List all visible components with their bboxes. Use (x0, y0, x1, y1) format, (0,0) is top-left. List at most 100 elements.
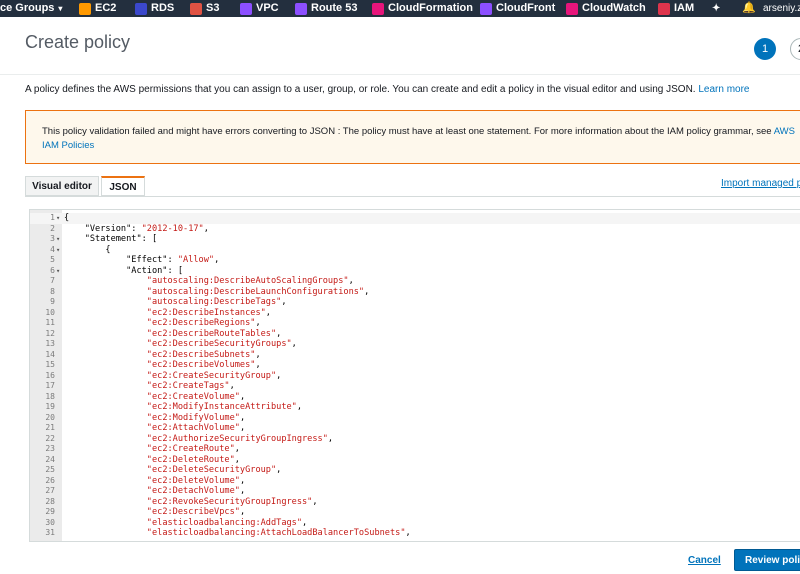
line-number: 3 (50, 234, 55, 243)
editor-line[interactable]: 24 "ec2:DeleteRoute", (30, 455, 800, 466)
editor-line[interactable]: 21 "ec2:AttachVolume", (30, 423, 800, 434)
editor-line[interactable]: 2 "Version": "2012-10-17", (30, 224, 800, 235)
nav-item-label: ce Groups (0, 2, 55, 14)
editor-line[interactable]: 27 "ec2:DetachVolume", (30, 486, 800, 497)
user-name: arseniy.z (763, 3, 800, 14)
editor-line[interactable]: 18 "ec2:CreateVolume", (30, 392, 800, 403)
editor-line[interactable]: 23 "ec2:CreateRoute", (30, 444, 800, 455)
nav-iam[interactable]: IAM (658, 0, 694, 17)
tab-json[interactable]: JSON (101, 176, 145, 196)
editor-line[interactable]: 4 ▾ { (30, 245, 800, 256)
line-number: 4 (50, 244, 55, 254)
line-number: 23 (45, 444, 55, 453)
top-navigation-bar: ce Groups ▾ EC2 RDS S3 VPC Route 53 Cloud… (0, 0, 800, 17)
editor-line[interactable]: 30 "elasticloadbalancing:AddTags", (30, 518, 800, 529)
nav-resource-groups[interactable]: ce Groups ▾ (0, 0, 62, 17)
code-text: "autoscaling:DescribeAutoScalingGroups", (64, 276, 354, 287)
editor-line[interactable]: 31 "elasticloadbalancing:AttachLoadBalan… (30, 528, 800, 539)
editor-line[interactable]: 28 "ec2:RevokeSecurityGroupIngress", (30, 497, 800, 508)
step-indicator-2: 2 (790, 38, 800, 60)
editor-line[interactable]: 7 "autoscaling:DescribeAutoScalingGroups… (30, 276, 800, 287)
nav-vpc[interactable]: VPC (240, 0, 279, 17)
line-number: 11 (45, 318, 55, 327)
nav-item-label: Route 53 (311, 2, 358, 14)
bell-icon[interactable]: 🔔 (742, 0, 756, 17)
editor-line[interactable]: 12 "ec2:DescribeRouteTables", (30, 329, 800, 340)
code-punctuation: , (265, 307, 271, 318)
line-number: 10 (45, 307, 55, 317)
fold-toggle-icon[interactable]: ▾ (56, 266, 60, 277)
nav-route53[interactable]: Route 53 (295, 0, 357, 17)
code-string: "ec2:AttachVolume" (146, 423, 240, 433)
editor-line[interactable]: 29 "ec2:DescribeVpcs", (30, 507, 800, 518)
fold-toggle-icon[interactable]: ▾ (56, 245, 60, 256)
editor-line[interactable]: 1 ▾ { (30, 213, 800, 224)
code-text: { (64, 213, 69, 224)
code-punctuation: , (281, 297, 287, 307)
nav-rds[interactable]: RDS (135, 0, 174, 17)
code-key: "Version": (84, 223, 142, 234)
editor-line[interactable]: 14 "ec2:DescribeSubnets", (30, 350, 800, 361)
code-punctuation: , (234, 454, 240, 465)
nav-cloudfront[interactable]: CloudFront (480, 0, 555, 17)
code-string: "ec2:CreateVolume" (146, 391, 240, 402)
nav-cloudformation[interactable]: CloudFormation (372, 0, 473, 17)
json-editor[interactable]: 1 ▾{2 "Version": "2012-10-17", 3 ▾ "Stateme… (29, 209, 800, 542)
line-number: 29 (45, 507, 55, 516)
import-managed-policy-link[interactable]: Import managed po (721, 178, 800, 189)
editor-line[interactable]: 10 "ec2:DescribeInstances", (30, 308, 800, 319)
learn-more-link[interactable]: Learn more (698, 84, 749, 95)
nav-s3[interactable]: S3 (190, 0, 219, 17)
editor-line[interactable]: 5 "Effect": "Allow", (30, 255, 800, 266)
code-text: "ec2:DescribeSubnets", (64, 350, 261, 361)
editor-line[interactable]: 26 "ec2:DeleteVolume", (30, 476, 800, 487)
line-number: 21 (45, 423, 55, 432)
code-text: "ec2:AttachVolume", (64, 423, 245, 434)
review-policy-button[interactable]: Review policy (734, 549, 800, 571)
line-number: 28 (45, 496, 55, 506)
editor-line[interactable]: 11 "ec2:DescribeRegions", (30, 318, 800, 329)
editor-line[interactable]: 22 "ec2:AuthorizeSecurityGroupIngress", (30, 434, 800, 445)
editor-line[interactable]: 25 "ec2:DeleteSecurityGroup", (30, 465, 800, 476)
editor-line[interactable]: 6 ▾ "Action": [ (30, 266, 800, 277)
vpc-icon (240, 2, 252, 15)
code-punctuation: , (234, 444, 240, 454)
editor-line[interactable]: 13 "ec2:DescribeSecurityGroups", (30, 339, 800, 350)
line-number: 14 (45, 349, 55, 359)
code-text: "ec2:DescribeVolumes", (64, 360, 261, 371)
code-text: "elasticloadbalancing:AddTags", (64, 518, 307, 529)
user-menu[interactable]: arseniy.z (763, 0, 800, 17)
line-number: 26 (45, 475, 55, 485)
fold-toggle-icon[interactable]: ▾ (56, 234, 60, 245)
editor-line[interactable]: 20 "ec2:ModifyVolume", (30, 413, 800, 424)
code-punctuation: , (255, 360, 261, 370)
warning-text: This policy validation failed and might … (42, 126, 772, 137)
nav-ec2[interactable]: EC2 (79, 0, 116, 17)
line-number: 20 (45, 412, 55, 422)
step-indicator-1: 1 (754, 38, 776, 60)
editor-line[interactable]: 8 "autoscaling:DescribeLaunchConfigurati… (30, 287, 800, 298)
cancel-button[interactable]: Cancel (688, 555, 721, 566)
editor-line[interactable]: 16 "ec2:CreateSecurityGroup", (30, 371, 800, 382)
tab-visual-editor[interactable]: Visual editor (25, 176, 99, 196)
fold-toggle-icon[interactable]: ▾ (56, 213, 60, 224)
pin-icon[interactable]: ✦ (712, 0, 720, 17)
nav-cloudwatch[interactable]: CloudWatch (566, 0, 646, 17)
editor-line[interactable]: 3 ▾ "Statement": [ (30, 234, 800, 245)
editor-line[interactable]: 17 "ec2:CreateTags", (30, 381, 800, 392)
editor-line[interactable]: 19 "ec2:ModifyInstanceAttribute", (30, 402, 800, 413)
code-punctuation: , (239, 475, 246, 486)
code-text: "ec2:CreateTags", (64, 381, 235, 392)
editor-line[interactable]: 9 "autoscaling:DescribeTags", (30, 297, 800, 308)
line-number: 16 (45, 370, 55, 380)
editor-line[interactable]: 15 "ec2:DescribeVolumes", (30, 360, 800, 371)
ec2-icon (79, 2, 91, 15)
